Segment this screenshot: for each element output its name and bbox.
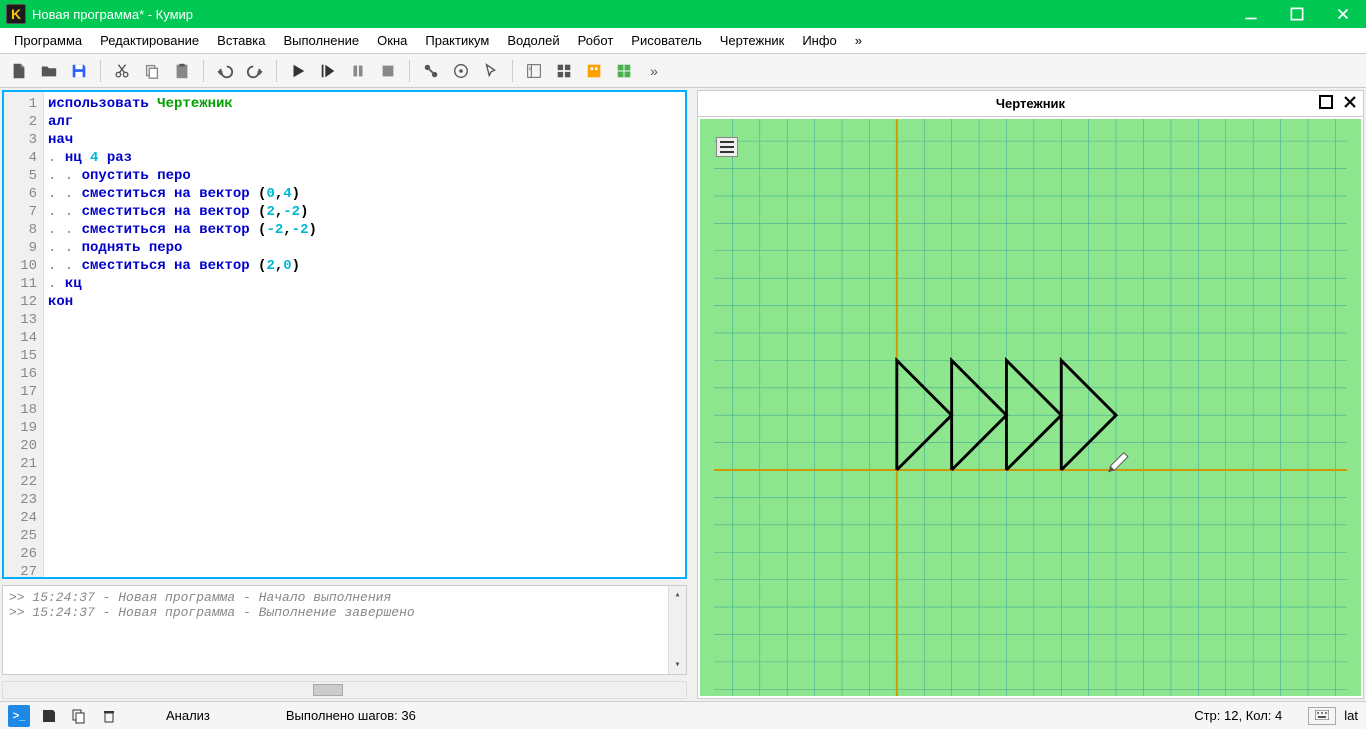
app-icon: K [6, 4, 26, 24]
menu-чертежник[interactable]: Чертежник [712, 30, 793, 51]
scroll-up-icon[interactable]: ▴ [669, 586, 686, 604]
menu-практикум[interactable]: Практикум [417, 30, 497, 51]
status-keyboard-icon[interactable] [1308, 707, 1336, 725]
horizontal-scrollbar[interactable] [2, 681, 687, 699]
save-file-button[interactable] [66, 58, 92, 84]
undo-button[interactable] [212, 58, 238, 84]
menu-инфо[interactable]: Инфо [794, 30, 844, 51]
code-editor[interactable]: 1234567891011121314151617181920212223242… [2, 90, 687, 579]
menu-программа[interactable]: Программа [6, 30, 90, 51]
run-button[interactable] [285, 58, 311, 84]
code-area[interactable]: использовать Чертежникалгнач. нц 4 раз. … [44, 92, 685, 577]
tool-breakpoint-button[interactable] [418, 58, 444, 84]
copy-button[interactable] [139, 58, 165, 84]
menu-робот[interactable]: Робот [570, 30, 622, 51]
line-gutter: 1234567891011121314151617181920212223242… [4, 92, 44, 577]
panel-title-bar: Чертежник [698, 91, 1363, 117]
status-cursor: Стр: 12, Кол: 4 [1194, 708, 1282, 723]
window-title: Новая программа* - Кумир [32, 7, 1228, 22]
status-lang[interactable]: lat [1344, 708, 1358, 723]
menu-редактирование[interactable]: Редактирование [92, 30, 207, 51]
toolbar-overflow-button[interactable]: » [641, 58, 667, 84]
status-steps: Выполнено шагов: 36 [286, 708, 416, 723]
title-bar: K Новая программа* - Кумир [0, 0, 1366, 28]
status-bar: >_ Анализ Выполнено шагов: 36 Стр: 12, К… [0, 701, 1366, 729]
menu-bar: ПрограммаРедактированиеВставкаВыполнение… [0, 28, 1366, 54]
toolbar: 1 » [0, 54, 1366, 88]
menu-водолей[interactable]: Водолей [499, 30, 567, 51]
layout-robot-button[interactable] [581, 58, 607, 84]
console-scrollbar[interactable]: ▴ ▾ [668, 586, 686, 674]
status-copy-icon[interactable] [68, 705, 90, 727]
status-console-icon[interactable]: >_ [8, 705, 30, 727]
step-button[interactable] [315, 58, 341, 84]
main-area: 1234567891011121314151617181920212223242… [0, 88, 1366, 701]
output-console[interactable]: >> 15:24:37 - Новая программа - Начало в… [2, 585, 687, 675]
panel-title: Чертежник [996, 96, 1065, 111]
layout-grid1-button[interactable] [551, 58, 577, 84]
stop-button[interactable] [375, 58, 401, 84]
drawing-canvas[interactable] [700, 119, 1361, 696]
paste-button[interactable] [169, 58, 195, 84]
status-analysis[interactable]: Анализ [166, 708, 210, 723]
menu-рисователь[interactable]: Рисователь [623, 30, 709, 51]
menu-выполнение[interactable]: Выполнение [275, 30, 367, 51]
open-file-button[interactable] [36, 58, 62, 84]
minimize-button[interactable] [1228, 0, 1274, 28]
layout-numbers-button[interactable]: 1 [521, 58, 547, 84]
status-delete-icon[interactable] [98, 705, 120, 727]
tool-cursor-button[interactable] [478, 58, 504, 84]
canvas-menu-icon[interactable] [716, 137, 738, 157]
cut-button[interactable] [109, 58, 135, 84]
tool-trace-button[interactable] [448, 58, 474, 84]
drawing-layer [700, 119, 1361, 696]
drawing-panel: Чертежник [697, 90, 1364, 699]
menu-окна[interactable]: Окна [369, 30, 415, 51]
menu-»[interactable]: » [847, 30, 870, 51]
panel-maximize-icon[interactable] [1319, 95, 1333, 112]
menu-вставка[interactable]: Вставка [209, 30, 273, 51]
maximize-button[interactable] [1274, 0, 1320, 28]
left-column: 1234567891011121314151617181920212223242… [2, 90, 687, 699]
redo-button[interactable] [242, 58, 268, 84]
panel-close-icon[interactable] [1343, 95, 1357, 112]
pause-button[interactable] [345, 58, 371, 84]
status-save-icon[interactable] [38, 705, 60, 727]
scroll-down-icon[interactable]: ▾ [669, 656, 686, 674]
layout-grid2-button[interactable] [611, 58, 637, 84]
new-file-button[interactable] [6, 58, 32, 84]
close-button[interactable] [1320, 0, 1366, 28]
